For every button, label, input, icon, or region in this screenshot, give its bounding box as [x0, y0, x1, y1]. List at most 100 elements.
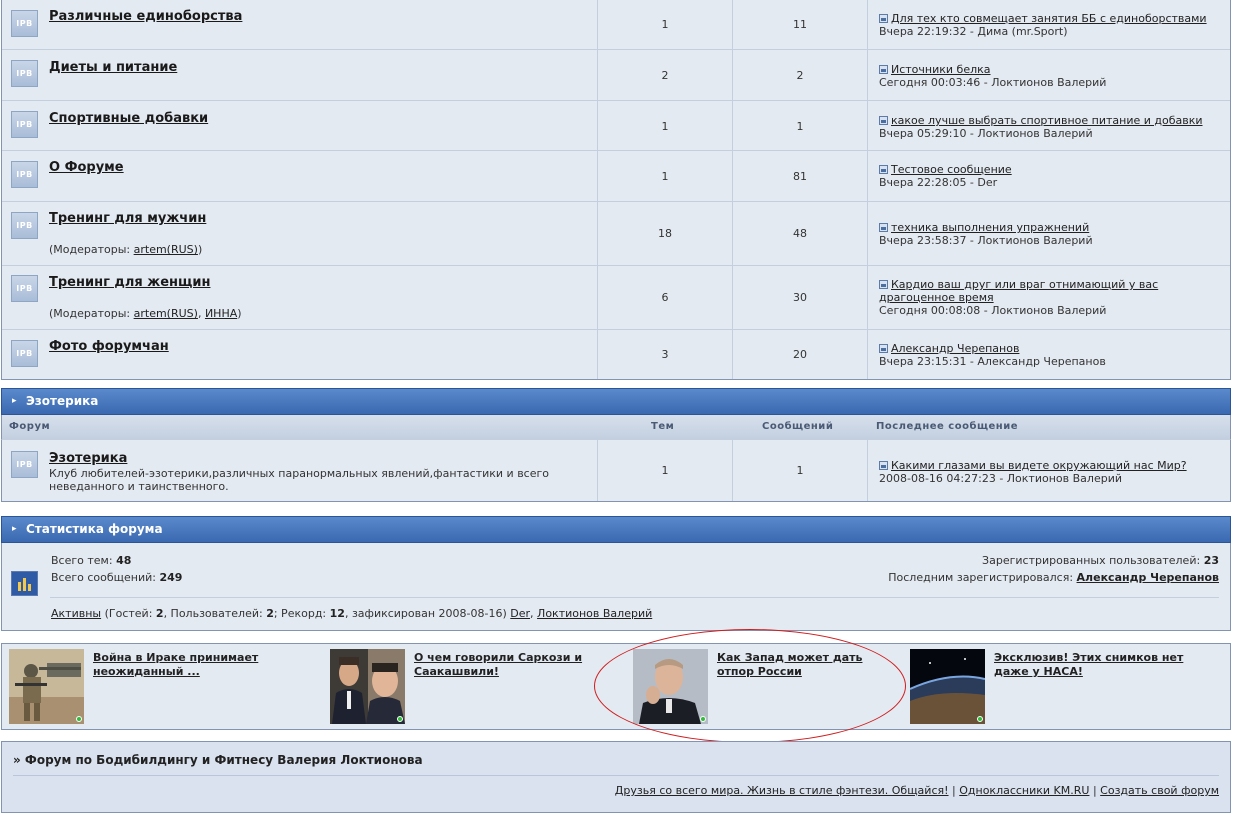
forum-post-count: 20 — [793, 348, 807, 361]
forum-status-icon: IPB — [11, 275, 38, 302]
forum-title-link[interactable]: О Форуме — [49, 160, 124, 175]
forum-title-link[interactable]: Различные единоборства — [49, 9, 242, 24]
forum-post-count: 11 — [793, 18, 807, 31]
last-post-meta: Вчера 23:58:37 - Локтионов Валерий — [879, 234, 1093, 247]
active-users-link[interactable]: Активны — [51, 607, 101, 620]
forum-moderators: (Модераторы: artem(RUS), ИННА) — [49, 307, 242, 320]
last-post-meta: Вчера 23:15:31 - Александр Черепанов — [879, 355, 1106, 368]
forum-title-link[interactable]: Диеты и питание — [49, 60, 177, 75]
last-post-icon[interactable] — [879, 223, 888, 232]
news-strip: Война в Ираке принимает неожиданный ... … — [1, 643, 1231, 730]
board-footer: » Форум по Бодибилдингу и Фитнесу Валери… — [1, 741, 1231, 813]
forum-title-link[interactable]: Эзотерика — [49, 451, 127, 466]
last-post-link[interactable]: техника выполнения упражнений — [891, 221, 1089, 234]
forum-post-count: 48 — [793, 227, 807, 240]
forum-title-link[interactable]: Фото форумчан — [49, 339, 169, 354]
online-status-dot — [700, 716, 706, 722]
category-header-stats[interactable]: ▸ Статистика форума — [1, 516, 1231, 543]
forum-topic-count: 1 — [661, 464, 669, 477]
forum-post-count: 2 — [796, 69, 804, 82]
online-status-dot — [977, 716, 983, 722]
forum-post-count: 1 — [796, 120, 804, 133]
forum-status-icon: IPB — [11, 161, 38, 188]
forum-status-icon: IPB — [11, 212, 38, 239]
last-post-meta: Вчера 22:19:32 - Дима (mr.Sport) — [879, 25, 1068, 38]
moderator-link[interactable]: ИННА — [205, 307, 237, 320]
total-topics: Всего тем: 48 — [51, 554, 132, 567]
forum-row: IPB О Форуме 1 81 Тестовое сообщение Вче… — [2, 151, 1230, 202]
moderator-link[interactable]: artem(RUS) — [134, 307, 198, 320]
category-header-esoteric[interactable]: ▸ Эзотерика — [1, 388, 1231, 415]
footer-link[interactable]: Друзья со всего мира. Жизнь в стиле фэнт… — [615, 784, 949, 797]
forum-title-link[interactable]: Спортивные добавки — [49, 111, 208, 126]
forum-title-link[interactable]: Тренинг для женщин — [49, 275, 210, 290]
forum-topic-count: 1 — [661, 18, 669, 31]
total-posts: Всего сообщений: 249 — [51, 571, 183, 584]
last-post-link[interactable]: Тестовое сообщение — [891, 163, 1012, 176]
column-last-post: Последнее сообщение — [876, 421, 1018, 432]
last-post-icon[interactable] — [879, 65, 888, 74]
board-title: » Форум по Бодибилдингу и Фитнесу Валери… — [13, 753, 423, 767]
last-post-link[interactable]: Для тех кто совмещает занятия ББ с едино… — [891, 12, 1207, 25]
last-post-link[interactable]: какое лучше выбрать спортивное питание и… — [891, 114, 1203, 127]
footer-links: Друзья со всего мира. Жизнь в стиле фэнт… — [614, 784, 1219, 797]
active-user-link[interactable]: Der — [510, 607, 530, 620]
news-headline-link[interactable]: Как Запад может дать отпор России — [717, 651, 897, 679]
last-post-link[interactable]: Александр Черепанов — [891, 342, 1019, 355]
last-post-icon[interactable] — [879, 116, 888, 125]
forum-row: IPB Спортивные добавки 1 1 какое лучше в… — [2, 101, 1230, 151]
active-users-line: Активны (Гостей: 2, Пользователей: 2; Ре… — [51, 607, 653, 620]
statistics-chart-icon — [11, 571, 38, 596]
last-post-link[interactable]: Источники белка — [891, 63, 991, 76]
last-registered-user-link[interactable]: Александр Черепанов — [1077, 571, 1219, 584]
collapse-arrow-icon[interactable]: ▸ — [12, 517, 17, 542]
moderator-link[interactable]: artem(RUS) — [134, 243, 198, 256]
divider — [50, 597, 1219, 598]
last-post-link[interactable]: Какими глазами вы видете окружающий нас … — [891, 459, 1187, 472]
column-posts: Сообщений — [762, 421, 834, 432]
last-post-link[interactable]: Кардио ваш друг или враг отнимающий у ва… — [879, 278, 1158, 304]
forum-status-icon: IPB — [11, 10, 38, 37]
forum-topic-count: 18 — [658, 227, 672, 240]
last-post-icon[interactable] — [879, 280, 888, 289]
forum-row: IPB Тренинг для мужчин (Модераторы: arte… — [2, 202, 1230, 266]
forum-title-link[interactable]: Тренинг для мужчин — [49, 211, 206, 226]
forum-status-icon: IPB — [11, 340, 38, 367]
forum-list-esoteric: IPB Эзотерика Клуб любителей-эзотерики,р… — [1, 439, 1231, 502]
news-headline-link[interactable]: Эксклюзив! Этих снимков нет даже у НАСА! — [994, 651, 1204, 679]
last-post-icon[interactable] — [879, 165, 888, 174]
forum-status-icon: IPB — [11, 60, 38, 87]
last-post-meta: Вчера 22:28:05 - Der — [879, 176, 998, 189]
news-headline-link[interactable]: Война в Ираке принимает неожиданный ... — [93, 651, 273, 679]
column-header-row: Форум Тем Сообщений Последнее сообщение — [1, 415, 1231, 439]
registered-users: Зарегистрированных пользователей: 23 — [982, 554, 1219, 567]
active-user-link[interactable]: Локтионов Валерий — [537, 607, 652, 620]
last-post-icon[interactable] — [879, 344, 888, 353]
politicians-photo-icon[interactable] — [330, 649, 405, 724]
portrait-photo-icon[interactable] — [633, 649, 708, 724]
collapse-arrow-icon[interactable]: ▸ — [12, 389, 17, 414]
online-status-dot — [397, 716, 403, 722]
forum-status-icon: IPB — [11, 111, 38, 138]
soldier-photo-icon[interactable] — [9, 649, 84, 724]
news-headline-link[interactable]: О чем говорили Саркози и Саакашвили! — [414, 651, 594, 679]
forum-row: IPB Диеты и питание 2 2 Источники белка … — [2, 50, 1230, 101]
last-post-icon[interactable] — [879, 14, 888, 23]
online-status-dot — [76, 716, 82, 722]
last-post-meta: 2008-08-16 04:27:23 - Локтионов Валерий — [879, 472, 1122, 485]
forum-post-count: 81 — [793, 170, 807, 183]
forum-description: Клуб любителей-эзотерики,различных паран… — [49, 467, 550, 493]
last-post-meta: Сегодня 00:08:08 - Локтионов Валерий — [879, 304, 1107, 317]
category-title: Статистика форума — [26, 522, 163, 536]
footer-link[interactable]: Создать свой форум — [1100, 784, 1219, 797]
forum-topic-count: 3 — [661, 348, 669, 361]
forum-moderators: (Модераторы: artem(RUS)) — [49, 243, 203, 256]
category-title: Эзотерика — [26, 394, 99, 408]
footer-link[interactable]: Одноклассники KM.RU — [959, 784, 1089, 797]
forum-status-icon: IPB — [11, 451, 38, 478]
last-post-icon[interactable] — [879, 461, 888, 470]
earth-space-photo-icon[interactable] — [910, 649, 985, 724]
forum-topic-count: 2 — [661, 69, 669, 82]
last-post-meta: Вчера 05:29:10 - Локтионов Валерий — [879, 127, 1093, 140]
forum-post-count: 30 — [793, 291, 807, 304]
